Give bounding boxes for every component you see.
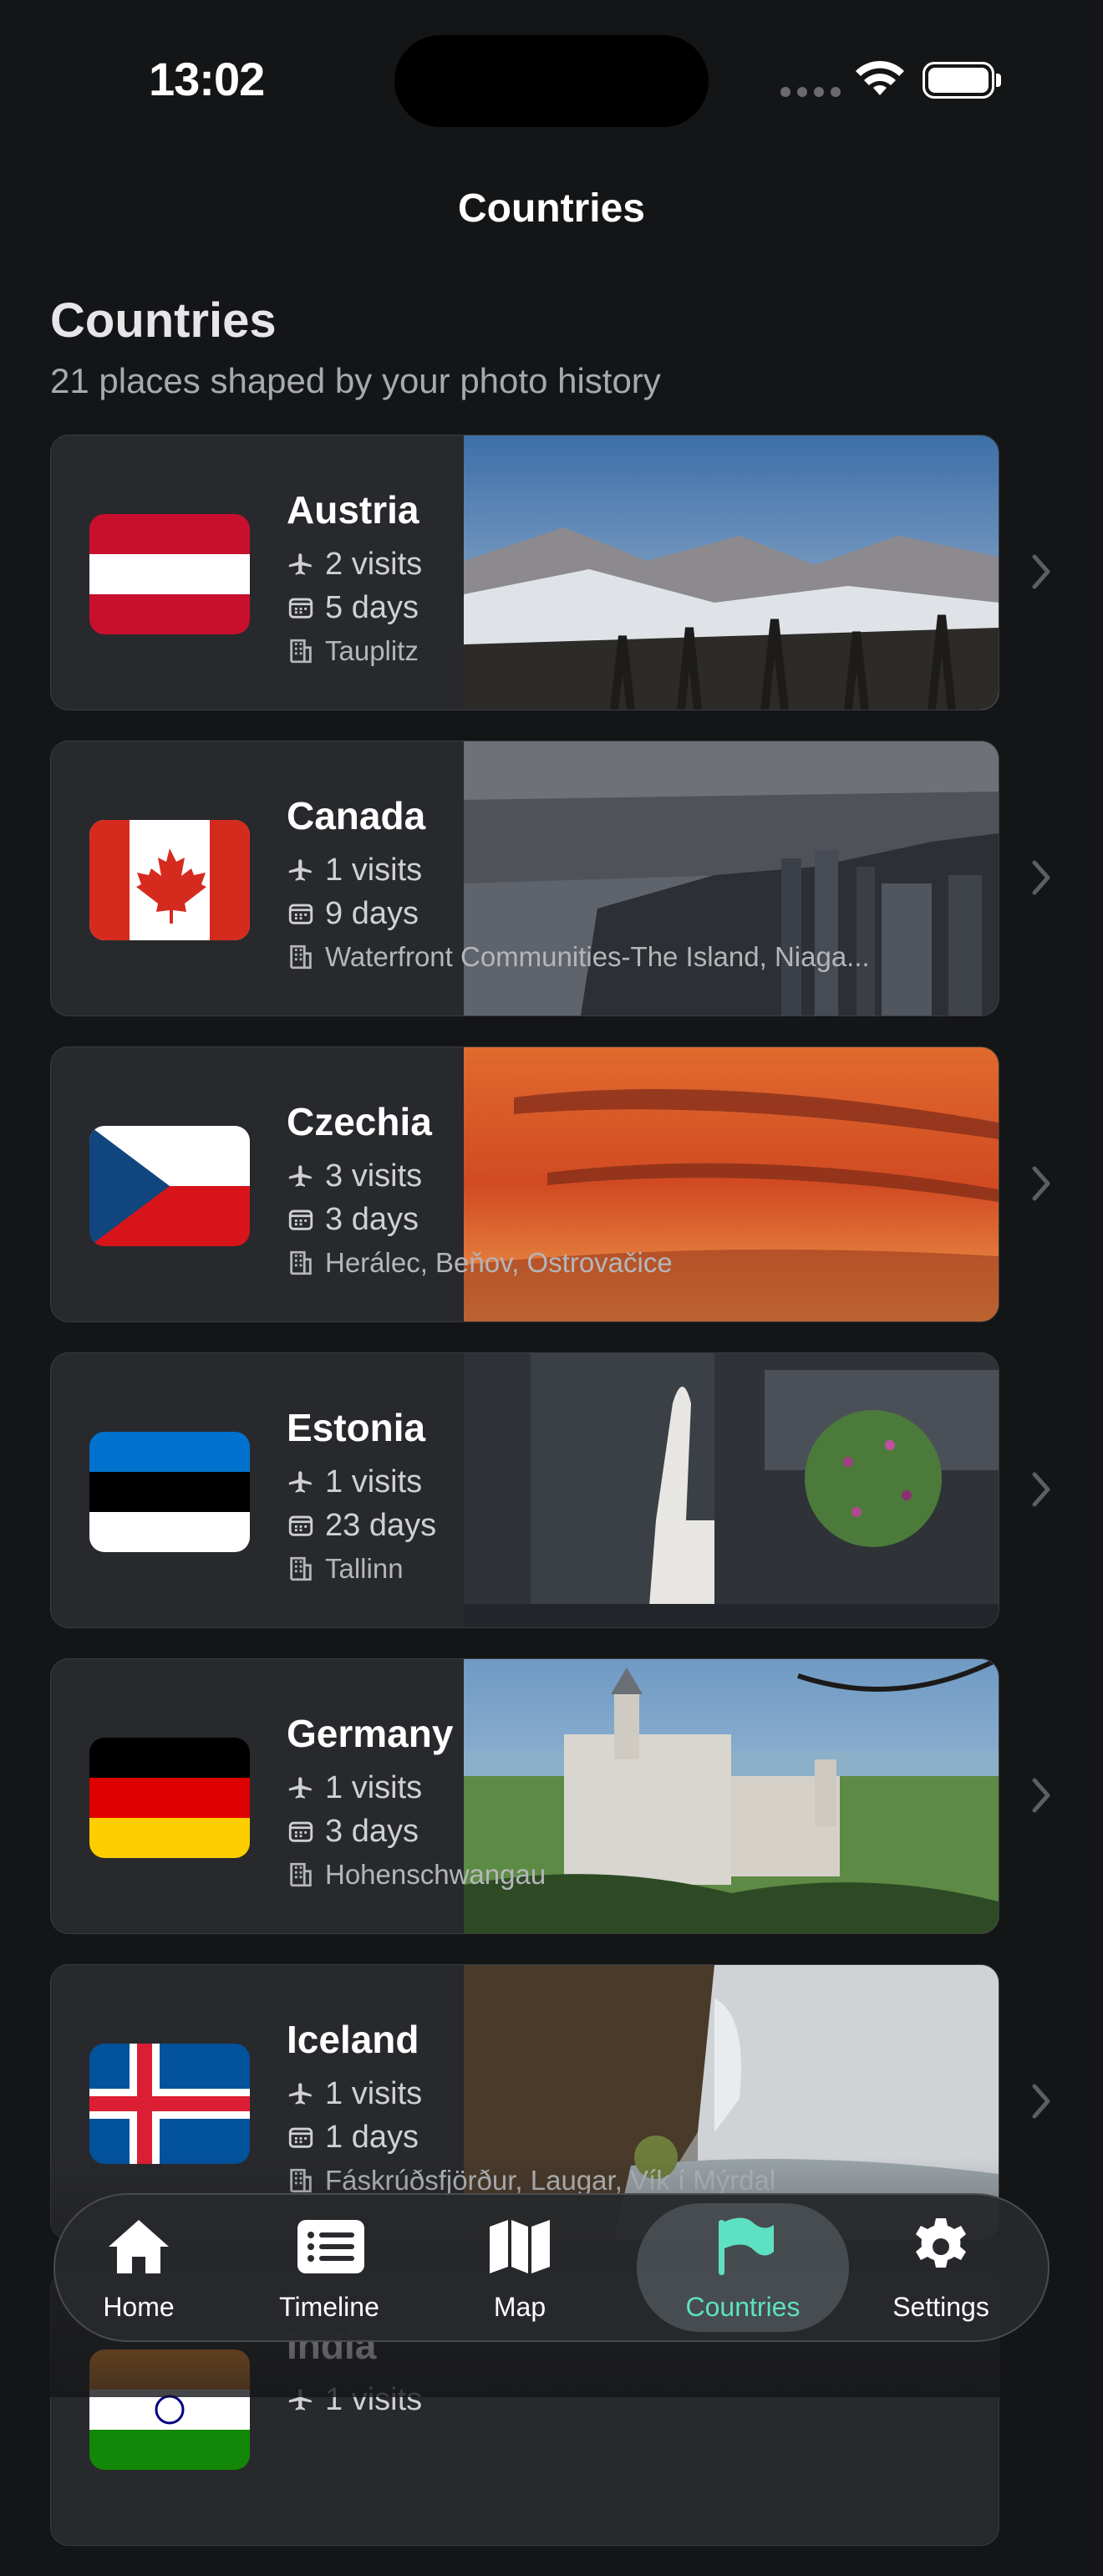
- calendar-icon: [288, 2127, 313, 2148]
- chevron-right-icon: [1032, 860, 1050, 895]
- day-count: 23 days: [325, 1507, 437, 1543]
- city-list: Tauplitz: [325, 635, 419, 666]
- flag-germany: [89, 1738, 250, 1858]
- country-card[interactable]: Austria 2 visits 5 days Tauplitz: [50, 435, 999, 710]
- city-list: Waterfront Communities-The Island, Niaga…: [325, 941, 870, 972]
- flag-estonia: [89, 1432, 250, 1552]
- tab-timeline[interactable]: Timeline: [246, 2195, 413, 2340]
- tab-label: Timeline: [279, 2292, 379, 2322]
- calendar-icon: [288, 1515, 313, 1536]
- building-icon: [290, 639, 312, 664]
- chevron-right-icon: [1032, 1472, 1050, 1507]
- visit-count: 1 visits: [325, 1769, 423, 1805]
- flag-india: [89, 2349, 250, 2470]
- country-row-germany[interactable]: Germany 1 visits 3 days Hohenschwangau: [50, 1658, 1053, 1934]
- country-row-canada[interactable]: Canada 1 visits 9 days Waterfront Commun…: [50, 741, 1053, 1016]
- list-icon: [297, 2220, 364, 2273]
- tab-label: Settings: [892, 2292, 989, 2322]
- airplane-icon: [288, 1165, 312, 1187]
- map-icon: [490, 2220, 550, 2273]
- cellular-signal-icon: [780, 87, 841, 97]
- visit-count: 1 visits: [325, 1464, 423, 1499]
- airplane-icon: [288, 2083, 312, 2105]
- gear-icon: [916, 2218, 966, 2268]
- chevron-right-icon: [1032, 1778, 1050, 1813]
- page-subtitle: 21 places shaped by your photo history: [50, 361, 661, 400]
- flag-canada: [89, 820, 250, 940]
- visit-count: 3 visits: [325, 1158, 423, 1194]
- status-time: 13:02: [149, 53, 265, 105]
- country-name: Germany: [287, 1712, 454, 1755]
- tab-settings[interactable]: Settings: [857, 2195, 1024, 2340]
- day-count: 3 days: [325, 1813, 419, 1849]
- day-count: 3 days: [325, 1201, 419, 1237]
- day-count: 9 days: [325, 895, 419, 931]
- house-icon: [109, 2220, 169, 2273]
- battery-icon: [923, 62, 994, 99]
- page-title: Countries: [50, 293, 277, 348]
- country-row-czechia[interactable]: Czechia 3 visits 3 days Herálec, Beňov, …: [50, 1046, 1053, 1322]
- country-name: Estonia: [287, 1406, 426, 1449]
- calendar-icon: [288, 1821, 313, 1842]
- visit-count: 2 visits: [325, 546, 423, 582]
- building-icon: [290, 944, 312, 970]
- calendar-icon: [288, 1209, 313, 1230]
- airplane-icon: [288, 859, 312, 881]
- airplane-icon: [288, 553, 312, 575]
- flag-austria: [89, 514, 250, 634]
- visit-count: 1 visits: [325, 2381, 423, 2417]
- chevron-right-icon: [1032, 2084, 1050, 2119]
- country-card[interactable]: Canada 1 visits 9 days Waterfront Commun…: [50, 741, 999, 1016]
- country-name: Canada: [287, 794, 426, 837]
- visit-count: 1 visits: [325, 852, 423, 888]
- building-icon: [290, 1862, 312, 1887]
- chevron-right-icon: [1032, 554, 1050, 589]
- country-card[interactable]: Estonia 1 visits 23 days Tallinn: [50, 1352, 999, 1628]
- city-list: Tallinn: [325, 1553, 404, 1584]
- country-name: Austria: [287, 488, 419, 532]
- tab-label: Countries: [685, 2292, 801, 2322]
- country-row-estonia[interactable]: Estonia 1 visits 23 days Tallinn: [50, 1352, 1053, 1628]
- tab-countries[interactable]: Countries: [637, 2203, 849, 2332]
- visit-count: 1 visits: [325, 2075, 423, 2111]
- tab-bar: Home Timeline Map Countries Settings: [53, 2193, 1050, 2342]
- building-icon: [290, 1250, 312, 1275]
- tab-label: Home: [103, 2292, 175, 2322]
- tab-label: Map: [493, 2292, 546, 2322]
- wifi-icon: [856, 60, 904, 95]
- nav-title: Countries: [457, 186, 645, 231]
- chevron-right-icon: [1032, 1166, 1050, 1201]
- airplane-icon: [288, 1471, 312, 1493]
- airplane-icon: [288, 2389, 312, 2411]
- dynamic-island: [394, 35, 709, 127]
- calendar-icon: [288, 904, 313, 924]
- battery-tip: [996, 74, 1001, 87]
- building-icon: [290, 2168, 312, 2193]
- day-count: 5 days: [325, 589, 419, 625]
- country-name: Czechia: [287, 1100, 432, 1143]
- flag-icon: [719, 2217, 774, 2275]
- city-list: Fáskrúðsfjörður, Laugar, Vík í Mýrdal: [325, 2165, 776, 2196]
- city-list: Herálec, Beňov, Ostrovačice: [325, 1247, 673, 1278]
- flag-iceland: [89, 2044, 250, 2164]
- country-card[interactable]: Germany 1 visits 3 days Hohenschwangau: [50, 1658, 999, 1934]
- airplane-icon: [288, 1777, 312, 1799]
- flag-czechia: [89, 1126, 250, 1246]
- country-card[interactable]: Czechia 3 visits 3 days Herálec, Beňov, …: [50, 1046, 999, 1322]
- day-count: 1 days: [325, 2119, 419, 2155]
- country-name: Iceland: [287, 2018, 419, 2061]
- city-list: Hohenschwangau: [325, 1859, 546, 1890]
- calendar-icon: [288, 598, 313, 619]
- building-icon: [290, 1556, 312, 1581]
- country-row-austria[interactable]: Austria 2 visits 5 days Tauplitz: [50, 435, 1053, 710]
- tab-map[interactable]: Map: [436, 2195, 603, 2340]
- tab-home[interactable]: Home: [55, 2195, 222, 2340]
